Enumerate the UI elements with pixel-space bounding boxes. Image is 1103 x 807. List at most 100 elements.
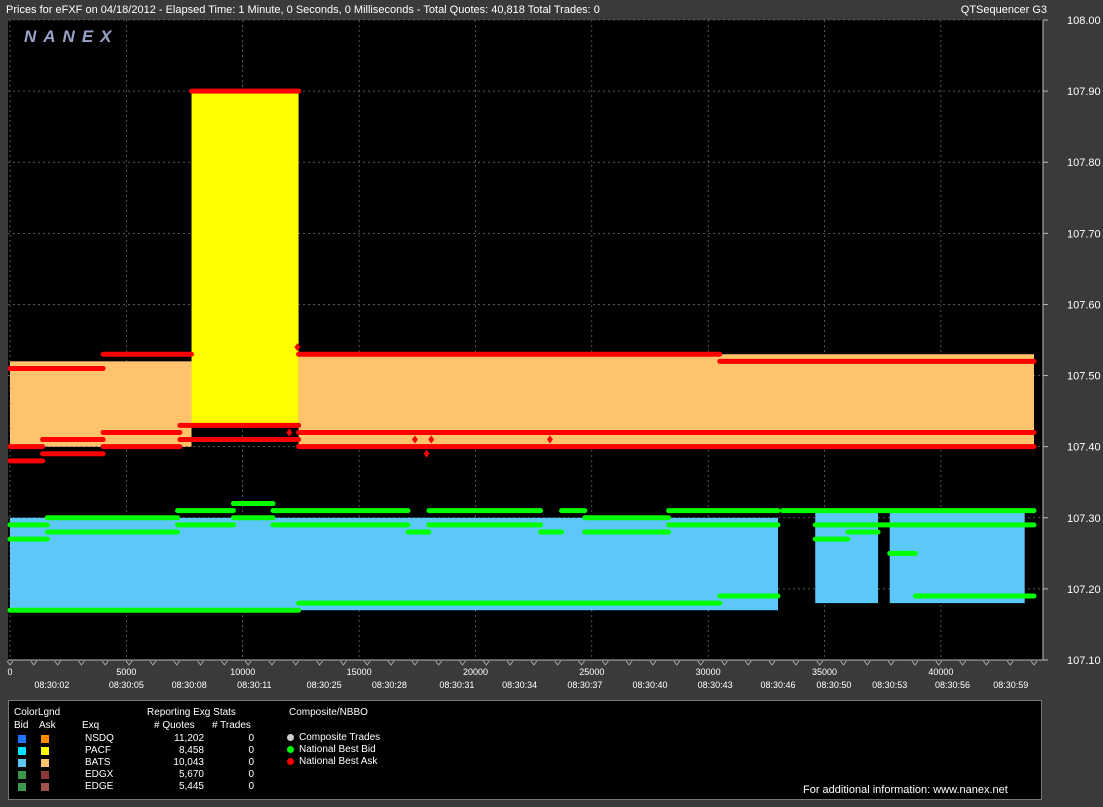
trade-count: 0 [248, 733, 254, 744]
national-best-ask-label: National Best Ask [299, 756, 378, 767]
y-tick-label: 108.00 [1067, 15, 1101, 27]
second-marker [125, 660, 133, 666]
time-label: 08:30:28 [372, 680, 407, 690]
time-label: 08:30:37 [567, 680, 602, 690]
second-marker [268, 660, 276, 666]
ask-color-swatch [41, 771, 49, 779]
quote-count: 10,043 [173, 757, 204, 768]
second-marker [554, 660, 562, 666]
second-marker [578, 660, 585, 666]
exchange-name: BATS [85, 757, 111, 768]
stats-title: Reporting Exg Stats [147, 707, 236, 718]
bid-color-swatch [18, 771, 26, 779]
time-label: 08:30:56 [935, 680, 970, 690]
second-marker [792, 660, 800, 666]
quote-count: 8,458 [178, 745, 204, 756]
trade-count: 0 [248, 769, 254, 780]
second-marker [840, 660, 847, 666]
exchange-header: Exq [82, 720, 100, 731]
exchange-name: NSDQ [85, 733, 114, 744]
x-tick-label: 5000 [116, 667, 136, 677]
ask-color-swatch [41, 783, 49, 791]
second-marker [78, 660, 85, 666]
second-marker [744, 660, 752, 666]
time-label: 08:30:02 [34, 680, 69, 690]
second-marker [863, 660, 871, 666]
time-label: 08:30:05 [109, 680, 144, 690]
x-tick-label: 20000 [463, 667, 488, 677]
second-marker [983, 660, 990, 666]
ask-color-swatch [41, 747, 49, 755]
y-tick-label: 107.50 [1067, 371, 1101, 383]
time-label: 08:30:59 [993, 680, 1028, 690]
time-label: 08:30:50 [816, 680, 851, 690]
quote-region [191, 91, 299, 426]
second-marker [506, 660, 514, 666]
exchange-name: EDGX [85, 769, 114, 780]
legend-panel: ColorLgnd Bid Ask Exq Reporting Exg Stat… [8, 700, 1042, 800]
ask-header: Ask [39, 720, 56, 731]
trade-count: 0 [248, 745, 254, 756]
x-tick-label: 35000 [812, 667, 837, 677]
chart-window: Prices for eFXF on 04/18/2012 - Elapsed … [0, 0, 1103, 807]
second-marker [911, 660, 919, 666]
time-label: 08:30:43 [698, 680, 733, 690]
second-marker [482, 660, 490, 666]
second-marker [816, 660, 823, 666]
second-marker [363, 660, 371, 666]
second-marker [197, 660, 204, 666]
bid-color-swatch [18, 747, 26, 755]
national-best-bid-label: National Best Bid [299, 744, 376, 755]
second-marker [292, 660, 300, 666]
x-tick-label: 0 [7, 667, 12, 677]
ask-color-swatch [41, 735, 49, 743]
x-tick-label: 30000 [696, 667, 721, 677]
second-marker [959, 660, 966, 666]
nanex-logo: NANEX [24, 27, 119, 46]
composite-trades-label: Composite Trades [299, 732, 381, 743]
second-marker [244, 660, 252, 666]
x-tick-label: 10000 [230, 667, 255, 677]
time-label: 08:30:34 [502, 680, 537, 690]
trade-count: 0 [248, 781, 254, 792]
second-marker [530, 660, 538, 666]
second-marker [673, 660, 681, 666]
bid-color-swatch [18, 783, 26, 791]
quote-count: 11,202 [174, 733, 204, 744]
y-tick-label: 107.70 [1067, 228, 1101, 240]
time-label: 08:30:31 [439, 680, 474, 690]
trade-count: 0 [248, 757, 254, 768]
second-marker [768, 660, 776, 666]
exchange-name: PACF [85, 745, 111, 756]
second-marker [602, 660, 609, 666]
second-marker [935, 660, 943, 666]
second-marker [1006, 660, 1014, 666]
footer-link[interactable]: For additional information: www.nanex.ne… [803, 784, 1008, 796]
bid-header: Bid [14, 720, 29, 731]
second-marker [316, 660, 323, 666]
y-tick-label: 107.90 [1067, 86, 1101, 98]
quotes-header: # Quotes [154, 720, 195, 731]
second-marker [459, 660, 466, 666]
time-label: 08:30:08 [172, 680, 207, 690]
x-tick-label: 40000 [928, 667, 953, 677]
y-tick-label: 107.20 [1067, 584, 1101, 596]
trades-header: # Trades [212, 720, 251, 731]
quote-count: 5,445 [178, 781, 204, 792]
y-tick-label: 107.10 [1067, 655, 1101, 667]
time-label: 08:30:11 [237, 680, 271, 690]
second-marker [435, 660, 442, 666]
national-best-bid-dot [287, 746, 294, 753]
color-legend-title: ColorLgnd [14, 707, 61, 718]
second-marker [221, 660, 228, 666]
second-marker [149, 660, 157, 666]
second-marker [6, 660, 14, 666]
second-marker [721, 660, 728, 666]
x-tick-label: 15000 [347, 667, 372, 677]
y-tick-label: 107.60 [1067, 299, 1101, 311]
second-marker [54, 660, 61, 666]
second-marker [411, 660, 419, 666]
second-marker [387, 660, 395, 666]
time-label: 08:30:40 [632, 680, 667, 690]
second-marker [1030, 660, 1038, 666]
